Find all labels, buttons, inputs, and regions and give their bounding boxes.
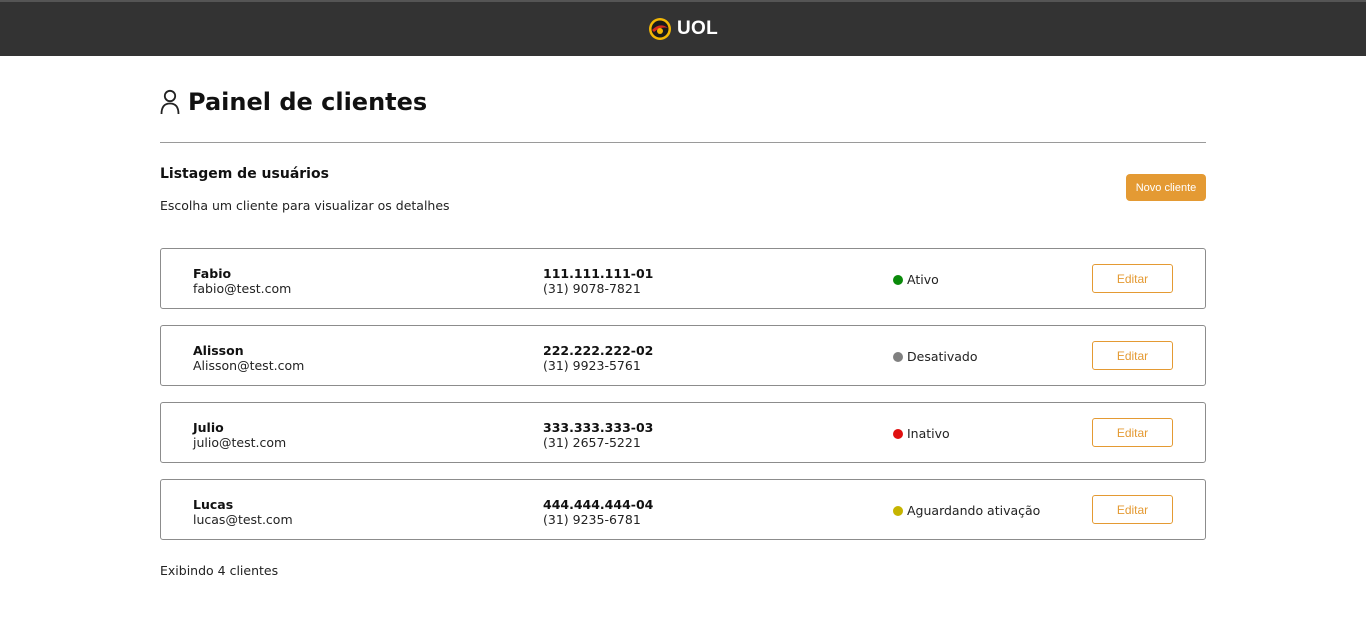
client-identity: Julio julio@test.com [193,420,286,450]
page-title: Painel de clientes [188,88,428,116]
client-status: Aguardando ativação [893,503,1040,518]
client-name: Alisson [193,343,244,358]
client-status: Inativo [893,426,950,441]
status-dot-icon [893,505,903,516]
client-status: Desativado [893,349,978,364]
client-name: Fabio [193,266,232,281]
client-identity: Fabio fabio@test.com [193,266,291,296]
section-subtitle: Escolha um cliente para visualizar os de… [160,198,450,213]
client-contact: 222.222.222-02 (31) 9923-5761 [543,343,653,373]
client-name: Lucas [193,497,234,512]
client-card[interactable]: Julio julio@test.com 333.333.333-03 (31)… [160,402,1206,463]
client-card[interactable]: Alisson Alisson@test.com 222.222.222-02 … [160,325,1206,386]
status-label: Desativado [907,349,978,364]
edit-client-button[interactable]: Editar [1092,341,1173,370]
status-dot-icon [893,274,903,285]
status-dot-icon [893,428,903,439]
user-icon [160,89,180,115]
client-identity: Alisson Alisson@test.com [193,343,304,373]
client-contact: 333.333.333-03 (31) 2657-5221 [543,420,653,450]
divider [160,142,1206,143]
client-phone: (31) 9078-7821 [543,281,641,296]
client-count: Exibindo 4 clientes [160,563,279,578]
status-label: Ativo [907,272,939,287]
page-header: Painel de clientes [160,88,427,116]
new-client-button[interactable]: Novo cliente [1126,174,1206,201]
client-email: lucas@test.com [193,512,293,527]
edit-client-button[interactable]: Editar [1092,418,1173,447]
client-email: julio@test.com [193,435,287,450]
client-cpf: 444.444.444-04 [543,497,654,512]
client-name: Julio [193,420,224,435]
edit-client-button[interactable]: Editar [1092,495,1173,524]
client-list: Fabio fabio@test.com 111.111.111-01 (31)… [160,248,1206,556]
client-phone: (31) 2657-5221 [543,435,641,450]
client-contact: 111.111.111-01 (31) 9078-7821 [543,266,653,296]
top-navbar: UOL [0,0,1366,56]
section-title: Listagem de usuários [160,166,329,182]
client-cpf: 222.222.222-02 [543,343,654,358]
client-email: Alisson@test.com [193,358,305,373]
client-phone: (31) 9923-5761 [543,358,641,373]
client-phone: (31) 9235-6781 [543,512,641,527]
status-label: Aguardando ativação [907,503,1041,518]
client-card[interactable]: Lucas lucas@test.com 444.444.444-04 (31)… [160,479,1206,540]
status-label: Inativo [907,426,950,441]
uol-logo-icon [648,18,671,40]
client-contact: 444.444.444-04 (31) 9235-6781 [543,497,653,527]
client-cpf: 333.333.333-03 [543,420,654,435]
edit-client-button[interactable]: Editar [1092,264,1173,293]
status-dot-icon [893,351,903,362]
client-cpf: 111.111.111-01 [543,266,654,281]
brand-name: UOL [676,18,718,39]
client-status: Ativo [893,272,939,287]
brand[interactable]: UOL [648,17,718,41]
client-email: fabio@test.com [193,281,292,296]
client-identity: Lucas lucas@test.com [193,497,293,527]
client-card[interactable]: Fabio fabio@test.com 111.111.111-01 (31)… [160,248,1206,309]
